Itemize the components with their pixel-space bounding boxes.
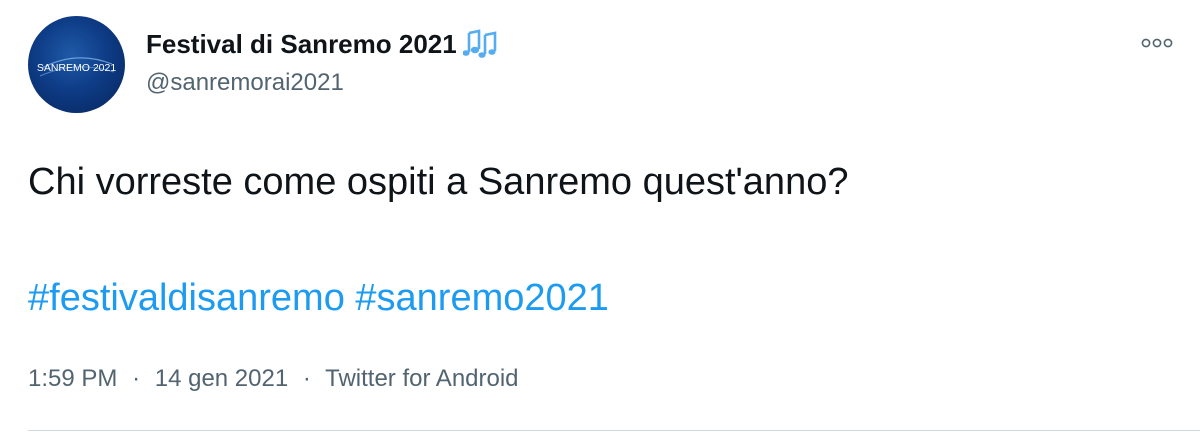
hashtag-link[interactable]: #sanremo2021: [355, 277, 609, 319]
tweet-time[interactable]: 1:59 PM: [28, 365, 117, 392]
meta-separator: ·: [132, 365, 141, 392]
sanremo-logo-icon: SANREMO 2021: [37, 57, 117, 77]
more-options-button[interactable]: [1136, 30, 1180, 56]
avatar-logo-text: SANREMO 2021: [37, 62, 117, 74]
musical-notes-icon: [462, 29, 497, 59]
divider: [28, 430, 1200, 431]
author-name-text: Festival di Sanremo 2021: [146, 29, 457, 59]
tweet-hashtags: #festivaldisanremo #sanremo2021: [28, 272, 609, 324]
meta-separator: ·: [302, 365, 311, 392]
tweet-text: Chi vorreste come ospiti a Sanremo quest…: [28, 161, 849, 203]
more-options-icon: [1141, 38, 1173, 48]
author-display-name[interactable]: Festival di Sanremo 2021: [146, 28, 497, 60]
hashtag-link[interactable]: #festivaldisanremo: [28, 277, 345, 319]
tweet-meta: 1:59 PM · 14 gen 2021 · Twitter for Andr…: [28, 364, 519, 394]
avatar[interactable]: SANREMO 2021: [28, 16, 125, 113]
tweet-card: SANREMO 2021 Festival di Sanremo 2021 @s…: [0, 0, 1200, 432]
tweet-date[interactable]: 14 gen 2021: [155, 365, 288, 392]
author-block: Festival di Sanremo 2021 @sanremorai2021: [146, 28, 497, 98]
author-handle[interactable]: @sanremorai2021: [146, 68, 497, 98]
tweet-source[interactable]: Twitter for Android: [325, 365, 518, 392]
